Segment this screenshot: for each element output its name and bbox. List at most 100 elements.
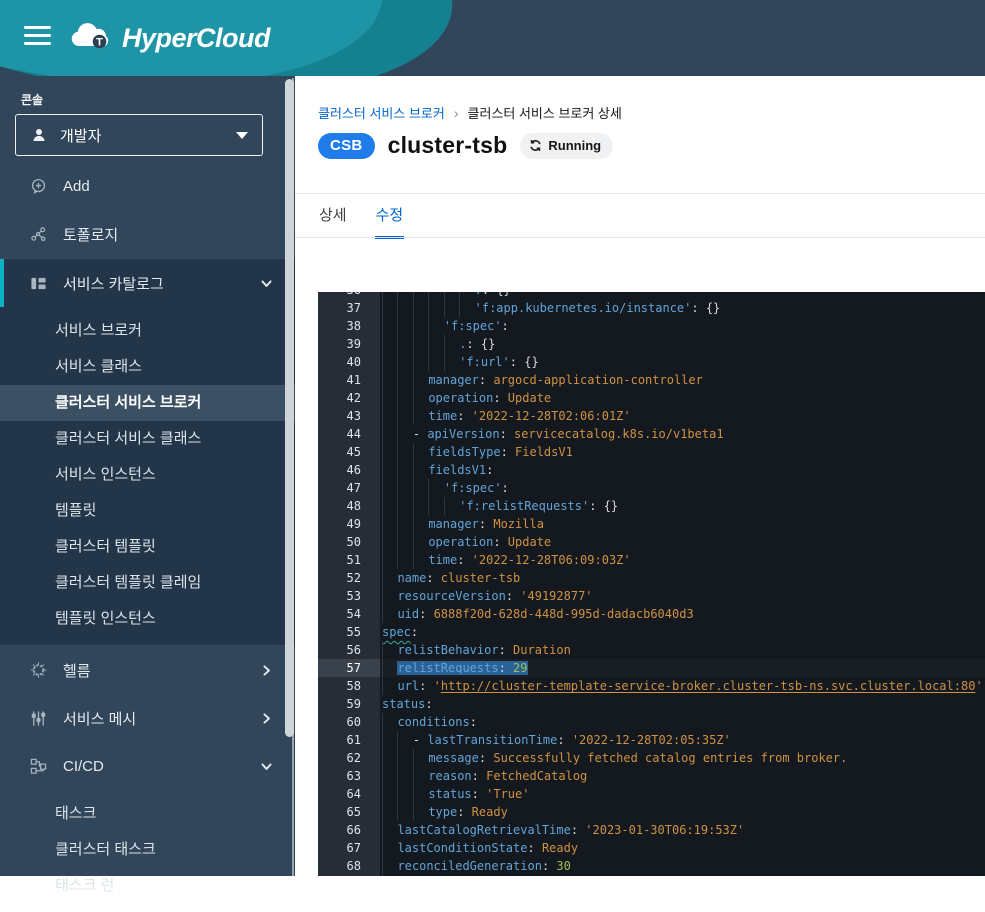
line-code[interactable]: lastCatalogRetrievalTime: '2023-01-30T06… — [380, 821, 985, 839]
editor-line-50[interactable]: 50 operation: Update — [318, 533, 985, 551]
tab-details[interactable]: 상세 — [318, 194, 348, 239]
line-code[interactable]: 'f:relistRequests': {} — [380, 497, 985, 515]
editor-line-63[interactable]: 63 reason: FetchedCatalog — [318, 767, 985, 785]
line-number: 61 — [318, 731, 380, 749]
line-code[interactable]: time: '2022-12-28T06:09:03Z' — [380, 551, 985, 569]
line-code[interactable]: lastConditionState: Ready — [380, 839, 985, 857]
line-code[interactable]: - apiVersion: servicecatalog.k8s.io/v1be… — [380, 425, 985, 443]
sidebar-item-add[interactable]: Add — [0, 162, 295, 210]
editor-line-68[interactable]: 68 reconciledGeneration: 30 — [318, 857, 985, 875]
sidebar-subitem-active[interactable]: 클러스터 서비스 브로커 — [0, 385, 295, 421]
editor-line-40[interactable]: 40 'f:url': {} — [318, 353, 985, 371]
line-code[interactable]: fieldsType: FieldsV1 — [380, 443, 985, 461]
line-code[interactable]: manager: Mozilla — [380, 515, 985, 533]
line-code[interactable]: spec: — [380, 623, 985, 641]
line-code[interactable]: relistBehavior: Duration — [380, 641, 985, 659]
nav-toggle-icon[interactable] — [24, 26, 51, 49]
tab-edit[interactable]: 수정 — [375, 194, 405, 239]
editor-line-51[interactable]: 51 time: '2022-12-28T06:09:03Z' — [318, 551, 985, 569]
sidebar-item-3[interactable]: 헬름 — [0, 646, 295, 694]
editor-line-41[interactable]: 41 manager: argocd-application-controlle… — [318, 371, 985, 389]
line-code[interactable]: status: — [380, 695, 985, 713]
selection-highlight: relistRequests: 29 — [397, 661, 527, 675]
indent-guide — [413, 407, 428, 425]
line-code[interactable]: reconciledGeneration: 30 — [380, 857, 985, 875]
sidebar-subitem[interactable]: 클러스터 태스크 — [0, 832, 295, 868]
editor-line-58[interactable]: 58 url: 'http://cluster-template-service… — [318, 677, 985, 695]
sidebar-scrollbar-thumb[interactable] — [285, 79, 294, 737]
editor-line-38[interactable]: 38 'f:spec': — [318, 317, 985, 335]
line-code[interactable]: url: 'http://cluster-template-service-br… — [380, 677, 985, 695]
editor-line-65[interactable]: 65 type: Ready — [318, 803, 985, 821]
editor-line-48[interactable]: 48 'f:relistRequests': {} — [318, 497, 985, 515]
line-code[interactable]: status: 'True' — [380, 785, 985, 803]
line-code[interactable]: 'f:app.kubernetes.io/instance': {} — [380, 299, 985, 317]
sidebar-subitem[interactable]: 태스크 런 — [0, 868, 295, 904]
editor-line-47[interactable]: 47 'f:spec': — [318, 479, 985, 497]
perspective-dropdown[interactable]: 개발자 — [15, 114, 263, 156]
line-code[interactable]: name: cluster-tsb — [380, 569, 985, 587]
line-code[interactable]: 'f:spec': — [380, 317, 985, 335]
editor-line-49[interactable]: 49 manager: Mozilla — [318, 515, 985, 533]
line-code[interactable]: 'f:url': {} — [380, 353, 985, 371]
indent-guide — [382, 785, 397, 803]
editor-line-55[interactable]: 55spec: — [318, 623, 985, 641]
line-code[interactable]: relistRequests: 29 — [380, 659, 985, 677]
line-code[interactable]: message: Successfully fetched catalog en… — [380, 749, 985, 767]
editor-line-67[interactable]: 67 lastConditionState: Ready — [318, 839, 985, 857]
line-code[interactable]: time: '2022-12-28T02:06:01Z' — [380, 407, 985, 425]
sidebar-item-1[interactable]: 토폴로지 — [0, 210, 295, 258]
editor-line-52[interactable]: 52 name: cluster-tsb — [318, 569, 985, 587]
line-code[interactable]: operation: Update — [380, 533, 985, 551]
line-code[interactable]: fieldsV1: — [380, 461, 985, 479]
line-code[interactable]: .: {} — [380, 335, 985, 353]
line-code[interactable]: reason: FetchedCatalog — [380, 767, 985, 785]
sidebar-subitem[interactable]: 클러스터 템플릿 클레임 — [0, 565, 295, 601]
editor-line-56[interactable]: 56 relistBehavior: Duration — [318, 641, 985, 659]
line-code[interactable]: manager: argocd-application-controller — [380, 371, 985, 389]
sidebar-subitem[interactable]: 템플릿 — [0, 493, 295, 529]
editor-line-59[interactable]: 59status: — [318, 695, 985, 713]
line-code[interactable]: resourceVersion: '49192877' — [380, 587, 985, 605]
line-code[interactable]: - lastTransitionTime: '2022-12-28T02:05:… — [380, 731, 985, 749]
editor-line-57[interactable]: 57 relistRequests: 29 — [318, 659, 985, 677]
editor-line-42[interactable]: 42 operation: Update — [318, 389, 985, 407]
editor-line-62[interactable]: 62 message: Successfully fetched catalog… — [318, 749, 985, 767]
token-punct: : — [419, 607, 433, 621]
editor-line-61[interactable]: 61 - lastTransitionTime: '2022-12-28T02:… — [318, 731, 985, 749]
token-dash: - — [413, 427, 427, 441]
editor-line-43[interactable]: 43 time: '2022-12-28T02:06:01Z' — [318, 407, 985, 425]
editor-line-36[interactable]: 36 .: {} — [318, 292, 985, 299]
sidebar-item-2[interactable]: 서비스 카탈로그 — [0, 259, 295, 307]
line-number: 60 — [318, 713, 380, 731]
sidebar-subitem[interactable]: 서비스 인스턴스 — [0, 457, 295, 493]
line-code[interactable]: type: Ready — [380, 803, 985, 821]
editor-line-53[interactable]: 53 resourceVersion: '49192877' — [318, 587, 985, 605]
sidebar-item-4[interactable]: 서비스 메시 — [0, 694, 295, 742]
sidebar-subitem[interactable]: 태스크 — [0, 796, 295, 832]
line-number: 48 — [318, 497, 380, 515]
editor-line-66[interactable]: 66 lastCatalogRetrievalTime: '2023-01-30… — [318, 821, 985, 839]
sidebar-subitem[interactable]: 클러스터 템플릿 — [0, 529, 295, 565]
editor-line-54[interactable]: 54 uid: 6888f20d-628d-448d-995d-dadacb60… — [318, 605, 985, 623]
editor-line-64[interactable]: 64 status: 'True' — [318, 785, 985, 803]
line-code[interactable]: .: {} — [380, 292, 985, 299]
sidebar-item-5[interactable]: CI/CD — [0, 742, 295, 790]
sidebar-subitem[interactable]: 클러스터 서비스 클래스 — [0, 421, 295, 457]
line-code[interactable]: uid: 6888f20d-628d-448d-995d-dadacb6040d… — [380, 605, 985, 623]
editor-line-44[interactable]: 44 - apiVersion: servicecatalog.k8s.io/v… — [318, 425, 985, 443]
editor-line-45[interactable]: 45 fieldsType: FieldsV1 — [318, 443, 985, 461]
sidebar-subitem[interactable]: 서비스 클래스 — [0, 349, 295, 385]
line-code[interactable]: conditions: — [380, 713, 985, 731]
token-url[interactable]: http://cluster-template-service-broker.c… — [441, 679, 976, 693]
editor-line-37[interactable]: 37 'f:app.kubernetes.io/instance': {} — [318, 299, 985, 317]
line-code[interactable]: 'f:spec': — [380, 479, 985, 497]
breadcrumb-link[interactable]: 클러스터 서비스 브로커 — [318, 103, 445, 122]
yaml-editor[interactable]: 36 .: {}37 'f:app.kubernetes.io/instance… — [318, 292, 985, 876]
sidebar-subitem[interactable]: 서비스 브로커 — [0, 313, 295, 349]
editor-line-46[interactable]: 46 fieldsV1: — [318, 461, 985, 479]
line-code[interactable]: operation: Update — [380, 389, 985, 407]
sidebar-subitem[interactable]: 템플릿 인스턴스 — [0, 601, 295, 637]
editor-line-60[interactable]: 60 conditions: — [318, 713, 985, 731]
editor-line-39[interactable]: 39 .: {} — [318, 335, 985, 353]
